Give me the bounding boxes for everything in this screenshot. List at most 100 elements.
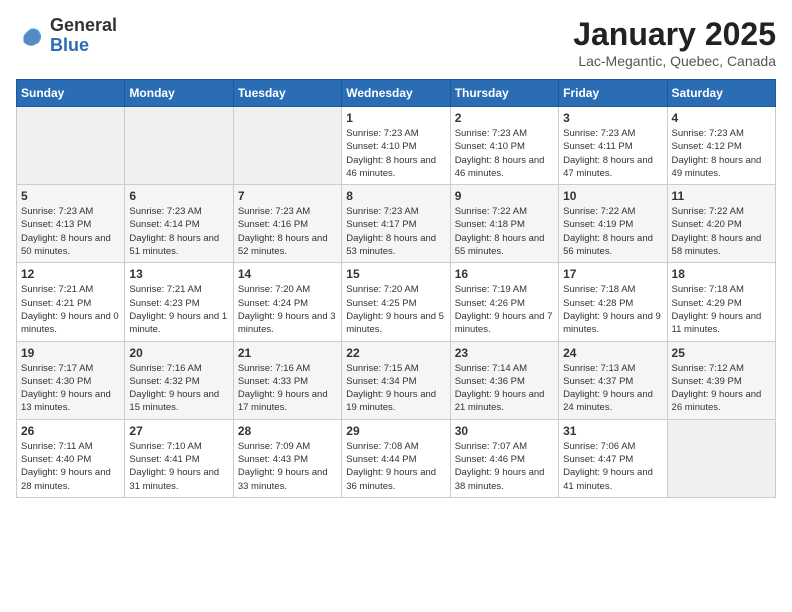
day-cell: 30Sunrise: 7:07 AM Sunset: 4:46 PM Dayli… [450, 419, 558, 497]
day-info: Sunrise: 7:20 AM Sunset: 4:25 PM Dayligh… [346, 283, 445, 336]
day-number: 26 [21, 424, 120, 438]
day-info: Sunrise: 7:23 AM Sunset: 4:11 PM Dayligh… [563, 127, 662, 180]
day-info: Sunrise: 7:06 AM Sunset: 4:47 PM Dayligh… [563, 440, 662, 493]
day-info: Sunrise: 7:18 AM Sunset: 4:28 PM Dayligh… [563, 283, 662, 336]
day-number: 16 [455, 267, 554, 281]
day-info: Sunrise: 7:13 AM Sunset: 4:37 PM Dayligh… [563, 362, 662, 415]
day-cell: 16Sunrise: 7:19 AM Sunset: 4:26 PM Dayli… [450, 263, 558, 341]
week-row-4: 19 Sunrise: 7:17 AM Sunset: 4:30 PM Dayli… [17, 341, 776, 419]
day-cell: 7 Sunrise: 7:23 AM Sunset: 4:16 PM Daylig… [233, 185, 341, 263]
day-info: Sunrise: 7:10 AM Sunset: 4:41 PM Dayligh… [129, 440, 228, 493]
day-cell: 19 Sunrise: 7:17 AM Sunset: 4:30 PM Dayli… [17, 341, 125, 419]
day-cell: 24 Sunrise: 7:13 AM Sunset: 4:37 PM Dayli… [559, 341, 667, 419]
day-number: 17 [563, 267, 662, 281]
day-cell [233, 107, 341, 185]
title-block: January 2025 Lac-Megantic, Quebec, Canad… [573, 16, 776, 69]
day-info: Sunrise: 7:23 AM Sunset: 4:17 PM Dayligh… [346, 205, 445, 258]
header-thursday: Thursday [450, 80, 558, 107]
day-number: 24 [563, 346, 662, 360]
day-number: 22 [346, 346, 445, 360]
day-number: 10 [563, 189, 662, 203]
logo: General Blue [16, 16, 117, 56]
header-row: SundayMondayTuesdayWednesdayThursdayFrid… [17, 80, 776, 107]
day-cell: 15Sunrise: 7:20 AM Sunset: 4:25 PM Dayli… [342, 263, 450, 341]
day-number: 29 [346, 424, 445, 438]
day-info: Sunrise: 7:22 AM Sunset: 4:19 PM Dayligh… [563, 205, 662, 258]
day-cell: 14 Sunrise: 7:20 AM Sunset: 4:24 PM Dayli… [233, 263, 341, 341]
day-cell: 26 Sunrise: 7:11 AM Sunset: 4:40 PM Dayli… [17, 419, 125, 497]
day-number: 3 [563, 111, 662, 125]
day-cell: 1Sunrise: 7:23 AM Sunset: 4:10 PM Daylig… [342, 107, 450, 185]
logo-icon [16, 21, 46, 51]
day-info: Sunrise: 7:08 AM Sunset: 4:44 PM Dayligh… [346, 440, 445, 493]
day-cell: 21 Sunrise: 7:16 AM Sunset: 4:33 PM Dayli… [233, 341, 341, 419]
calendar-body: 1Sunrise: 7:23 AM Sunset: 4:10 PM Daylig… [17, 107, 776, 498]
day-number: 27 [129, 424, 228, 438]
day-cell: 13 Sunrise: 7:21 AM Sunset: 4:23 PM Dayli… [125, 263, 233, 341]
day-number: 4 [672, 111, 771, 125]
day-cell: 11 Sunrise: 7:22 AM Sunset: 4:20 PM Dayli… [667, 185, 775, 263]
day-number: 9 [455, 189, 554, 203]
day-number: 12 [21, 267, 120, 281]
location: Lac-Megantic, Quebec, Canada [573, 53, 776, 69]
day-info: Sunrise: 7:23 AM Sunset: 4:16 PM Dayligh… [238, 205, 337, 258]
day-cell [17, 107, 125, 185]
day-number: 28 [238, 424, 337, 438]
day-cell: 6Sunrise: 7:23 AM Sunset: 4:14 PM Daylig… [125, 185, 233, 263]
week-row-5: 26 Sunrise: 7:11 AM Sunset: 4:40 PM Dayli… [17, 419, 776, 497]
day-cell: 27 Sunrise: 7:10 AM Sunset: 4:41 PM Dayli… [125, 419, 233, 497]
header-friday: Friday [559, 80, 667, 107]
day-cell: 22Sunrise: 7:15 AM Sunset: 4:34 PM Dayli… [342, 341, 450, 419]
day-cell: 20 Sunrise: 7:16 AM Sunset: 4:32 PM Dayli… [125, 341, 233, 419]
day-cell: 2Sunrise: 7:23 AM Sunset: 4:10 PM Daylig… [450, 107, 558, 185]
week-row-1: 1Sunrise: 7:23 AM Sunset: 4:10 PM Daylig… [17, 107, 776, 185]
day-cell: 4Sunrise: 7:23 AM Sunset: 4:12 PM Daylig… [667, 107, 775, 185]
header-monday: Monday [125, 80, 233, 107]
day-info: Sunrise: 7:09 AM Sunset: 4:43 PM Dayligh… [238, 440, 337, 493]
page-header: General Blue January 2025 Lac-Megantic, … [16, 16, 776, 69]
day-info: Sunrise: 7:16 AM Sunset: 4:33 PM Dayligh… [238, 362, 337, 415]
day-cell [125, 107, 233, 185]
day-cell: 31Sunrise: 7:06 AM Sunset: 4:47 PM Dayli… [559, 419, 667, 497]
day-cell [667, 419, 775, 497]
logo-blue-text: Blue [50, 36, 117, 56]
day-info: Sunrise: 7:21 AM Sunset: 4:23 PM Dayligh… [129, 283, 228, 336]
day-info: Sunrise: 7:20 AM Sunset: 4:24 PM Dayligh… [238, 283, 337, 336]
day-cell: 9 Sunrise: 7:22 AM Sunset: 4:18 PM Daylig… [450, 185, 558, 263]
day-info: Sunrise: 7:11 AM Sunset: 4:40 PM Dayligh… [21, 440, 120, 493]
day-info: Sunrise: 7:23 AM Sunset: 4:10 PM Dayligh… [455, 127, 554, 180]
day-number: 14 [238, 267, 337, 281]
day-number: 11 [672, 189, 771, 203]
day-number: 7 [238, 189, 337, 203]
header-saturday: Saturday [667, 80, 775, 107]
day-info: Sunrise: 7:22 AM Sunset: 4:18 PM Dayligh… [455, 205, 554, 258]
day-number: 20 [129, 346, 228, 360]
day-info: Sunrise: 7:22 AM Sunset: 4:20 PM Dayligh… [672, 205, 771, 258]
day-number: 8 [346, 189, 445, 203]
day-cell: 17 Sunrise: 7:18 AM Sunset: 4:28 PM Dayli… [559, 263, 667, 341]
day-info: Sunrise: 7:07 AM Sunset: 4:46 PM Dayligh… [455, 440, 554, 493]
day-info: Sunrise: 7:23 AM Sunset: 4:10 PM Dayligh… [346, 127, 445, 180]
day-cell: 18Sunrise: 7:18 AM Sunset: 4:29 PM Dayli… [667, 263, 775, 341]
day-info: Sunrise: 7:14 AM Sunset: 4:36 PM Dayligh… [455, 362, 554, 415]
logo-text: General Blue [50, 16, 117, 56]
day-info: Sunrise: 7:16 AM Sunset: 4:32 PM Dayligh… [129, 362, 228, 415]
day-cell: 5Sunrise: 7:23 AM Sunset: 4:13 PM Daylig… [17, 185, 125, 263]
day-number: 25 [672, 346, 771, 360]
day-number: 13 [129, 267, 228, 281]
day-cell: 28 Sunrise: 7:09 AM Sunset: 4:43 PM Dayli… [233, 419, 341, 497]
header-wednesday: Wednesday [342, 80, 450, 107]
week-row-3: 12Sunrise: 7:21 AM Sunset: 4:21 PM Dayli… [17, 263, 776, 341]
day-cell: 12Sunrise: 7:21 AM Sunset: 4:21 PM Dayli… [17, 263, 125, 341]
day-number: 19 [21, 346, 120, 360]
day-cell: 8 Sunrise: 7:23 AM Sunset: 4:17 PM Daylig… [342, 185, 450, 263]
calendar-header: SundayMondayTuesdayWednesdayThursdayFrid… [17, 80, 776, 107]
header-tuesday: Tuesday [233, 80, 341, 107]
day-number: 6 [129, 189, 228, 203]
day-cell: 23 Sunrise: 7:14 AM Sunset: 4:36 PM Dayli… [450, 341, 558, 419]
calendar: SundayMondayTuesdayWednesdayThursdayFrid… [16, 79, 776, 498]
day-cell: 10 Sunrise: 7:22 AM Sunset: 4:19 PM Dayli… [559, 185, 667, 263]
day-number: 21 [238, 346, 337, 360]
day-number: 23 [455, 346, 554, 360]
day-info: Sunrise: 7:17 AM Sunset: 4:30 PM Dayligh… [21, 362, 120, 415]
